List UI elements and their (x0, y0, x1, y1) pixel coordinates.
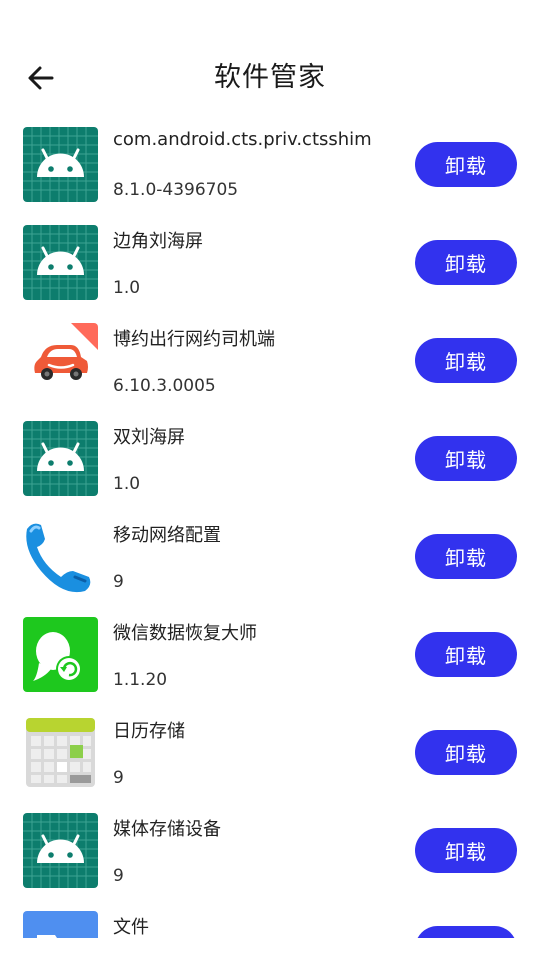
app-name: 微信数据恢复大师 (113, 623, 257, 644)
list-item: 双刘海屏 1.0 卸载 (0, 412, 540, 510)
list-item: 媒体存储设备 9 卸载 (0, 804, 540, 902)
list-item: 移动网络配置 9 卸载 (0, 510, 540, 608)
app-name: 日历存储 (113, 721, 185, 742)
app-header: 软件管家 (0, 0, 540, 118)
app-version: 9 (113, 866, 124, 886)
app-name: 双刘海屏 (113, 427, 185, 448)
list-item: com.android.cts.priv.ctsshim 8.1.0-43967… (0, 118, 540, 216)
app-name: 媒体存储设备 (113, 819, 221, 840)
uninstall-button[interactable]: 卸载 (415, 534, 517, 579)
calendar-grid-icon (23, 715, 98, 790)
android-robot-icon (23, 225, 98, 300)
app-list[interactable]: com.android.cts.priv.ctsshim 8.1.0-43967… (0, 118, 540, 938)
app-version: 8.1.0-4396705 (113, 180, 239, 200)
red-car-icon (23, 323, 98, 398)
uninstall-button[interactable]: 卸载 (415, 828, 517, 873)
android-robot-icon (23, 813, 98, 888)
uninstall-button[interactable]: 卸载 (415, 240, 517, 285)
list-item: 文件 卸载 (0, 902, 540, 938)
uninstall-button[interactable]: 卸载 (415, 926, 517, 938)
app-version: 6.10.3.0005 (113, 376, 216, 396)
app-version: 1.0 (113, 278, 141, 298)
page-title: 软件管家 (214, 62, 326, 93)
app-name: 博约出行网约司机端 (113, 329, 275, 350)
chat-restore-icon (23, 617, 98, 692)
list-item: 边角刘海屏 1.0 卸载 (0, 216, 540, 314)
folder-icon (23, 911, 98, 938)
uninstall-button[interactable]: 卸载 (415, 632, 517, 677)
android-robot-icon (23, 421, 98, 496)
phone-handset-icon (23, 519, 98, 594)
app-version: 1.0 (113, 474, 141, 494)
app-name: com.android.cts.priv.ctsshim (113, 129, 372, 150)
app-name: 移动网络配置 (113, 525, 221, 546)
app-version: 9 (113, 768, 124, 788)
uninstall-button[interactable]: 卸载 (415, 436, 517, 481)
uninstall-button[interactable]: 卸载 (415, 338, 517, 383)
list-item: 博约出行网约司机端 6.10.3.0005 卸载 (0, 314, 540, 412)
list-item: 微信数据恢复大师 1.1.20 卸载 (0, 608, 540, 706)
list-item: 日历存储 9 卸载 (0, 706, 540, 804)
uninstall-button[interactable]: 卸载 (415, 142, 517, 187)
app-version: 9 (113, 572, 124, 592)
app-name: 边角刘海屏 (113, 231, 203, 252)
app-name: 文件 (113, 917, 149, 938)
uninstall-button[interactable]: 卸载 (415, 730, 517, 775)
android-robot-icon (23, 127, 98, 202)
app-version: 1.1.20 (113, 670, 168, 690)
